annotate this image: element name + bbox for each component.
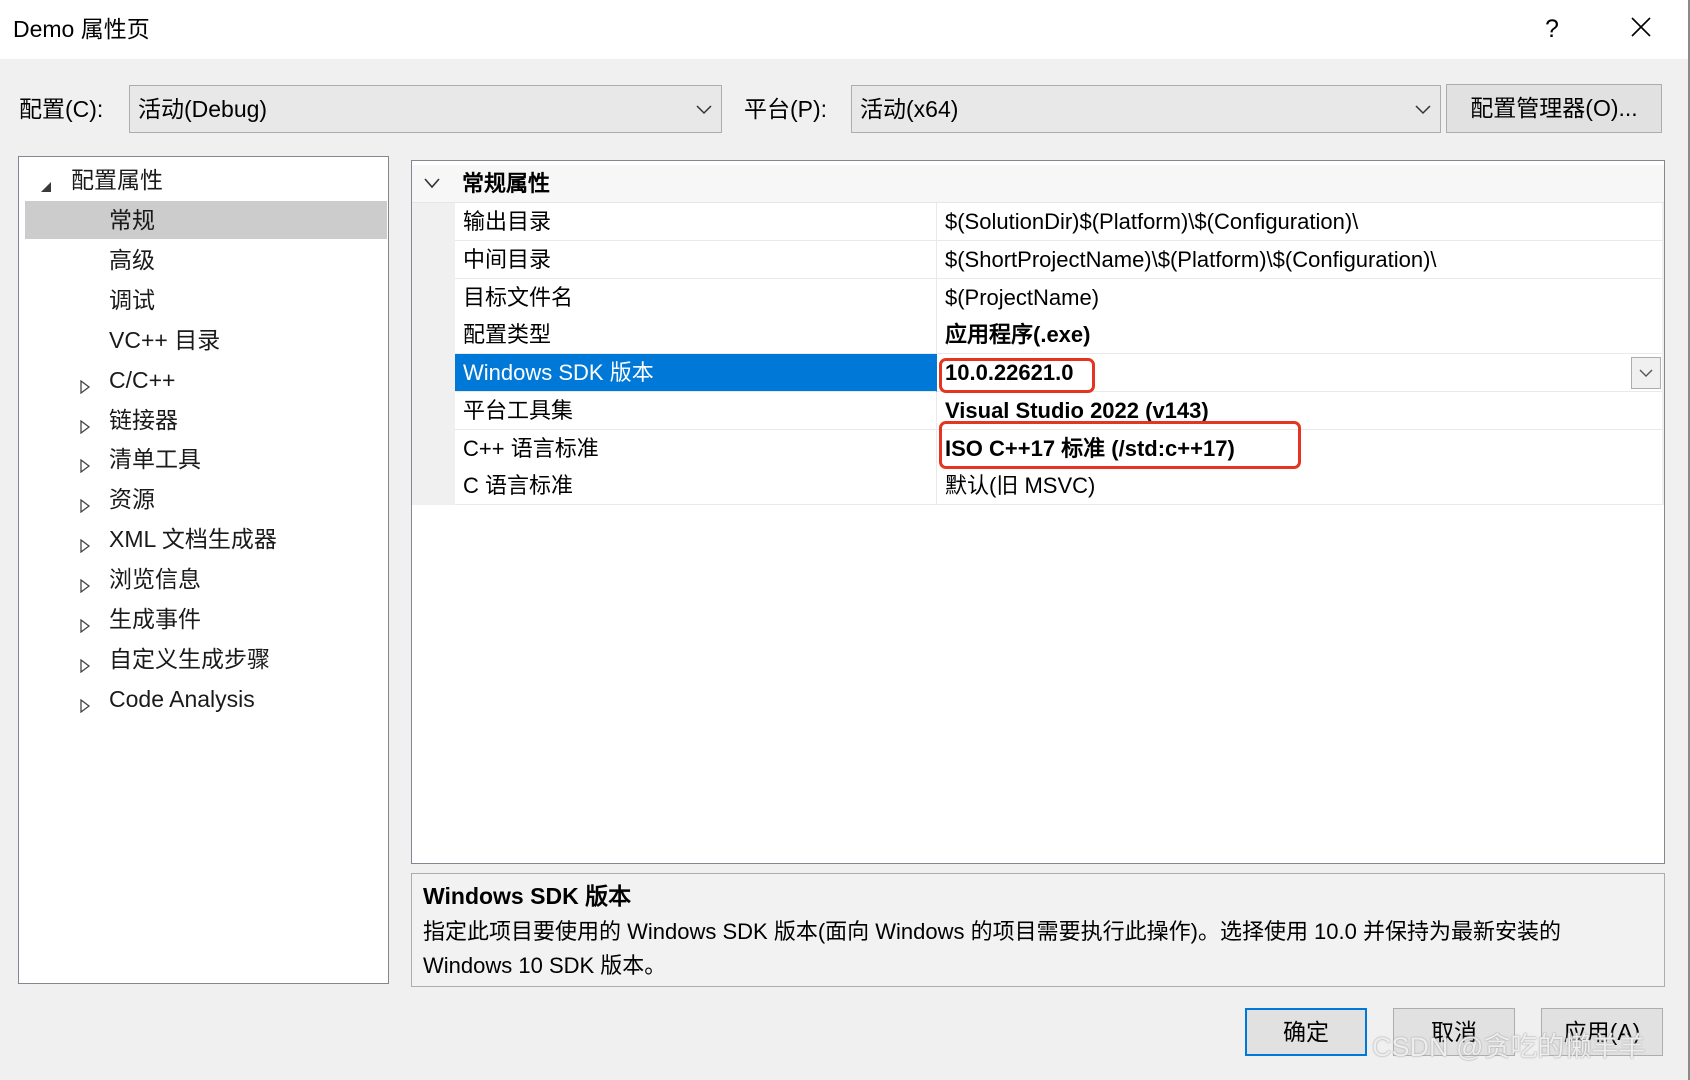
property-name: 目标文件名 — [455, 279, 937, 317]
property-value[interactable]: $(ProjectName) — [937, 279, 1662, 317]
property-name: 平台工具集 — [455, 392, 937, 430]
help-button[interactable]: ? — [1530, 0, 1574, 59]
tree-item-label: Code Analysis — [109, 686, 255, 712]
property-row-target-name[interactable]: 目标文件名 $(ProjectName) — [412, 279, 1664, 317]
property-row-c-language-standard[interactable]: C 语言标准 默认(旧 MSVC) — [412, 467, 1664, 505]
chevron-down-icon — [1415, 105, 1431, 115]
triangle-right-icon[interactable] — [79, 692, 91, 714]
property-row-output-dir[interactable]: 输出目录 $(SolutionDir)$(Platform)\$(Configu… — [412, 203, 1664, 241]
cancel-button[interactable]: 取消 — [1393, 1008, 1515, 1056]
chevron-down-icon[interactable] — [424, 178, 440, 189]
property-value[interactable]: Visual Studio 2022 (v143) — [937, 392, 1662, 430]
config-manager-button[interactable]: 配置管理器(O)... — [1446, 84, 1662, 133]
title-bar: Demo 属性页 ? — [0, 0, 1688, 59]
category-row-general[interactable]: 常规属性 — [412, 165, 1664, 203]
triangle-right-icon[interactable] — [79, 452, 91, 474]
tree-item-code-analysis[interactable]: Code Analysis — [25, 680, 387, 718]
property-value[interactable]: 默认(旧 MSVC) — [937, 467, 1662, 505]
property-row-configuration-type[interactable]: 配置类型 应用程序(.exe) — [412, 316, 1664, 354]
chevron-down-icon — [696, 105, 712, 115]
tree-root-config-properties[interactable]: 配置属性 — [25, 161, 387, 199]
property-name: 输出目录 — [455, 203, 937, 241]
description-title: Windows SDK 版本 — [423, 883, 632, 909]
tree-root-label: 配置属性 — [71, 167, 163, 193]
tree-item-label: 浏览信息 — [109, 566, 201, 592]
triangle-right-icon[interactable] — [79, 612, 91, 634]
property-dropdown-button[interactable] — [1631, 357, 1661, 389]
platform-combo-value: 活动(x64) — [860, 96, 959, 122]
property-value[interactable]: $(ShortProjectName)\$(Platform)\$(Config… — [937, 241, 1662, 279]
triangle-right-icon[interactable] — [79, 373, 91, 395]
tree-item-manifest-tool[interactable]: 清单工具 — [25, 440, 387, 478]
ok-button[interactable]: 确定 — [1245, 1008, 1367, 1056]
tree-item-build-events[interactable]: 生成事件 — [25, 600, 387, 638]
tree-item-label: 链接器 — [109, 407, 178, 433]
property-grid: 常规属性 输出目录 $(SolutionDir)$(Platform)\$(Co… — [411, 160, 1665, 864]
property-row-windows-sdk-version[interactable]: Windows SDK 版本 10.0.22621.0 — [412, 354, 1664, 392]
tree-item-general[interactable]: 常规 — [25, 201, 387, 239]
platform-combo[interactable]: 活动(x64) — [851, 85, 1441, 133]
description-panel: Windows SDK 版本 指定此项目要使用的 Windows SDK 版本(… — [411, 873, 1665, 987]
properties-dialog: Demo 属性页 ? 配置(C): 活动(Debug) 平台(P): 活动(x6… — [0, 0, 1690, 1080]
tree-item-linker[interactable]: 链接器 — [25, 401, 387, 439]
triangle-right-icon[interactable] — [79, 413, 91, 435]
platform-label: 平台(P): — [744, 96, 828, 122]
tree-item-label: 自定义生成步骤 — [109, 646, 270, 672]
property-value[interactable]: ISO C++17 标准 (/std:c++17) — [937, 430, 1662, 468]
property-name: C 语言标准 — [455, 467, 937, 505]
tree-item-browse-info[interactable]: 浏览信息 — [25, 560, 387, 598]
triangle-right-icon[interactable] — [79, 532, 91, 554]
tree-item-advanced[interactable]: 高级 — [25, 241, 387, 279]
triangle-down-icon[interactable] — [39, 173, 53, 192]
property-name: 中间目录 — [455, 241, 937, 279]
tree-item-label: 生成事件 — [109, 606, 201, 632]
property-tree: 配置属性 常规 高级 调试 VC++ 目录 C/C++ 链接器 清单工具 资源 — [18, 156, 389, 984]
tree-item-label: 常规 — [109, 207, 155, 233]
apply-button[interactable]: 应用(A) — [1541, 1008, 1663, 1056]
triangle-right-icon[interactable] — [79, 572, 91, 594]
close-button[interactable] — [1612, 0, 1670, 59]
tree-item-vc-directories[interactable]: VC++ 目录 — [25, 321, 387, 359]
property-name: 配置类型 — [455, 316, 937, 354]
tree-item-label: 资源 — [109, 486, 155, 512]
window-title: Demo 属性页 — [13, 16, 150, 42]
property-value[interactable]: 10.0.22621.0 — [937, 354, 1662, 392]
tree-item-custom-build-step[interactable]: 自定义生成步骤 — [25, 640, 387, 678]
tree-item-resources[interactable]: 资源 — [25, 480, 387, 518]
tree-item-xml-doc-generator[interactable]: XML 文档生成器 — [25, 520, 387, 558]
tree-item-label: XML 文档生成器 — [109, 526, 277, 552]
tree-item-label: C/C++ — [109, 367, 176, 393]
property-row-intermediate-dir[interactable]: 中间目录 $(ShortProjectName)\$(Platform)\$(C… — [412, 241, 1664, 279]
property-value[interactable]: $(SolutionDir)$(Platform)\$(Configuratio… — [937, 203, 1662, 241]
config-combo[interactable]: 活动(Debug) — [129, 85, 722, 133]
property-row-platform-toolset[interactable]: 平台工具集 Visual Studio 2022 (v143) — [412, 392, 1664, 430]
tree-item-label: 清单工具 — [109, 446, 201, 472]
tree-item-c-cpp[interactable]: C/C++ — [25, 361, 387, 399]
config-combo-value: 活动(Debug) — [138, 96, 268, 122]
triangle-right-icon[interactable] — [79, 652, 91, 674]
question-icon: ? — [1545, 15, 1559, 43]
close-icon — [1630, 16, 1652, 44]
category-label: 常规属性 — [462, 171, 551, 196]
config-label: 配置(C): — [19, 96, 104, 122]
tree-item-label: VC++ 目录 — [109, 327, 221, 353]
chevron-down-icon — [1639, 369, 1653, 377]
tree-item-debugging[interactable]: 调试 — [25, 281, 387, 319]
property-row-cpp-language-standard[interactable]: C++ 语言标准 ISO C++17 标准 (/std:c++17) — [412, 430, 1664, 468]
property-name: C++ 语言标准 — [455, 430, 937, 468]
tree-item-label: 高级 — [109, 247, 155, 273]
description-text: 指定此项目要使用的 Windows SDK 版本(面向 Windows 的项目需… — [423, 919, 1561, 978]
property-value[interactable]: 应用程序(.exe) — [937, 316, 1662, 354]
tree-item-label: 调试 — [109, 287, 155, 313]
triangle-right-icon[interactable] — [79, 492, 91, 514]
property-name: Windows SDK 版本 — [455, 354, 937, 392]
